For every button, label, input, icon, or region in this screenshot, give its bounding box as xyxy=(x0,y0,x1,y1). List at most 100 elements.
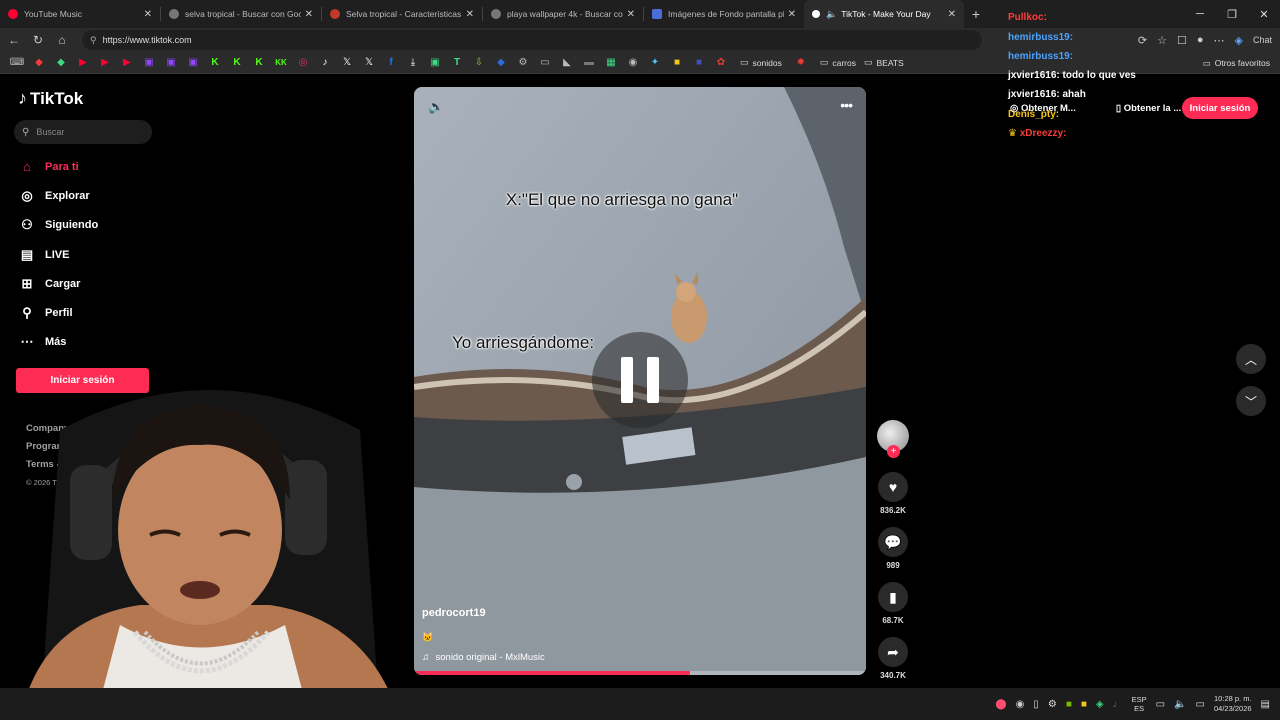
tab-youtube-music[interactable]: YouTube Music ✕ xyxy=(0,0,160,28)
nav-item-live[interactable]: ▤ LIVE xyxy=(18,240,98,269)
facebook-icon[interactable]: f xyxy=(380,57,402,68)
previous-video-button[interactable]: ︿ xyxy=(1236,344,1266,374)
x-icon[interactable]: 𝕏 xyxy=(358,57,380,68)
video-author[interactable]: pedrocort19 xyxy=(422,607,486,619)
close-icon[interactable]: ✕ xyxy=(627,9,635,20)
keyboard-icon[interactable]: ⌨ xyxy=(6,57,28,68)
kick-icon[interactable]: K xyxy=(248,57,270,68)
new-tab-button[interactable]: + xyxy=(964,6,988,22)
tiktok-logo[interactable]: ♪ TikTok xyxy=(18,88,83,109)
bookmark-icon[interactable]: ⚙ xyxy=(512,57,534,68)
bookmark-icon[interactable]: ◆ xyxy=(50,57,72,68)
url-field[interactable]: ⚲ https://www.tiktok.com xyxy=(82,30,982,50)
more-options-icon[interactable]: ••• xyxy=(840,97,853,113)
bookmark-icon[interactable]: ◆ xyxy=(490,57,512,68)
bookmark-icon[interactable]: ▦ xyxy=(600,57,622,68)
reload-icon[interactable]: ↻ xyxy=(26,33,50,47)
instagram-icon[interactable]: ◎ xyxy=(292,57,314,68)
bookmark-folder-beats[interactable]: ▭ BEATS xyxy=(864,57,904,68)
app-icon[interactable]: ■ xyxy=(1081,699,1087,710)
video-player[interactable]: 🔈 ••• X:"El que no arriesga no gana" Yo … xyxy=(414,87,866,675)
copilot-icon[interactable]: ◈ xyxy=(1235,34,1243,47)
volume-icon[interactable]: 🔈 xyxy=(1174,699,1186,710)
bookmark-icon[interactable]: ■ xyxy=(666,57,688,68)
bookmark-icon[interactable]: ▣ xyxy=(424,57,446,68)
kick-icon[interactable]: K xyxy=(204,57,226,68)
security-icon[interactable]: ◈ xyxy=(1096,699,1104,710)
download-icon[interactable]: ⇩ xyxy=(468,57,490,68)
bookmark-icon[interactable]: ◆ xyxy=(28,57,50,68)
bookmark-icon[interactable]: T xyxy=(446,57,468,68)
twitch-icon[interactable]: ▣ xyxy=(182,57,204,68)
nav-item-explorar[interactable]: ◎ Explorar xyxy=(18,181,98,210)
tab-fondo-playa[interactable]: Imágenes de Fondo pantalla playa ✕ xyxy=(644,0,804,28)
language-indicator[interactable]: ESP ES xyxy=(1132,695,1147,713)
settings-icon[interactable]: ⚙ xyxy=(1048,699,1057,710)
nvidia-icon[interactable]: ■ xyxy=(1066,699,1072,710)
restore-icon[interactable]: ❐ xyxy=(1216,8,1248,21)
menu-icon[interactable]: ⋯ xyxy=(1214,34,1225,47)
close-icon[interactable]: ✕ xyxy=(466,9,474,20)
favorites-icon[interactable]: ☆ xyxy=(1157,34,1167,47)
next-video-button[interactable]: ﹀ xyxy=(1236,386,1266,416)
discord-icon[interactable]: ◉ xyxy=(1016,699,1025,710)
bookmark-folder-sonidos[interactable]: ▭ sonidos xyxy=(740,57,782,68)
top-login-button[interactable]: Iniciar sesión xyxy=(1182,97,1258,119)
get-app-link[interactable]: ◎ Obtener M... xyxy=(1010,103,1076,114)
close-window-icon[interactable]: ✕ xyxy=(1248,8,1280,21)
notifications-icon[interactable]: ▤ xyxy=(1261,699,1270,710)
other-bookmarks[interactable]: ▭ Otros favoritos xyxy=(1203,52,1270,74)
get-desktop-link[interactable]: ▯ Obtener la ... xyxy=(1116,103,1181,114)
comment-action[interactable]: 💬 989 xyxy=(876,527,910,570)
clock[interactable]: 10:28 p. m. 04/23/2026 xyxy=(1214,694,1252,714)
usb-icon[interactable]: ▯ xyxy=(1033,699,1039,710)
bookmark-icon[interactable]: ✦ xyxy=(644,57,666,68)
music-link[interactable]: ♫ sonido original - MxlMusic xyxy=(422,652,545,663)
save-action[interactable]: ▮ 68.7K xyxy=(876,582,910,625)
x-icon[interactable]: 𝕏 xyxy=(336,57,358,68)
refresh-icon[interactable]: ⟳ xyxy=(1138,34,1147,47)
download-icon[interactable]: ⤓ xyxy=(402,57,424,68)
home-icon[interactable]: ⌂ xyxy=(50,33,74,47)
tab-selva-article[interactable]: Selva tropical - Características, clim ✕ xyxy=(322,0,482,28)
close-icon[interactable]: ✕ xyxy=(144,9,152,20)
folder-icon[interactable]: ▭ xyxy=(534,57,556,68)
kick-icon[interactable]: K xyxy=(226,57,248,68)
youtube-icon[interactable]: ▶ xyxy=(72,57,94,68)
twitch-icon[interactable]: ▣ xyxy=(138,57,160,68)
bookmark-icon[interactable]: ✸ xyxy=(790,57,812,68)
nav-item-perfil[interactable]: ⚲ Perfil xyxy=(18,298,98,327)
youtube-icon[interactable]: ▶ xyxy=(116,57,138,68)
back-icon[interactable]: ← xyxy=(2,33,26,47)
nav-item-siguiendo[interactable]: ⚇ Siguiendo xyxy=(18,211,98,240)
bookmark-folder-carros[interactable]: ▭ carros xyxy=(820,57,856,68)
close-icon[interactable]: ✕ xyxy=(948,9,956,20)
mic-icon[interactable]: ♩ xyxy=(1113,699,1123,710)
chat-label[interactable]: Chat xyxy=(1253,35,1272,45)
twitch-icon[interactable]: ▣ xyxy=(160,57,182,68)
author-avatar[interactable]: + xyxy=(877,420,909,458)
network-icon[interactable]: ▭ xyxy=(1156,699,1165,710)
bookmark-icon[interactable]: ◣ xyxy=(556,57,578,68)
nav-item-mas[interactable]: ⋯ Más xyxy=(18,328,98,357)
tiktok-icon[interactable]: ♪ xyxy=(314,57,336,68)
search-input[interactable]: ⚲ Buscar xyxy=(14,120,152,144)
battery-icon[interactable]: ▭ xyxy=(1196,699,1205,710)
bookmark-icon[interactable]: ▬ xyxy=(578,57,600,68)
youtube-icon[interactable]: ▶ xyxy=(94,57,116,68)
close-icon[interactable]: ✕ xyxy=(305,9,313,20)
nav-item-cargar[interactable]: ⊞ Cargar xyxy=(18,269,98,298)
bookmark-icon[interactable]: ■ xyxy=(688,57,710,68)
volume-icon[interactable]: 🔈 xyxy=(428,99,444,115)
like-action[interactable]: ♥ 836.2K xyxy=(876,472,910,515)
collections-icon[interactable]: ☐ xyxy=(1177,34,1187,47)
video-progress-bar[interactable] xyxy=(414,671,866,675)
nav-item-para-ti[interactable]: ⌂ Para ti xyxy=(18,152,98,181)
follow-plus-icon[interactable]: + xyxy=(887,445,900,458)
kick-icon[interactable]: KK xyxy=(270,58,292,67)
location-icon[interactable]: ⬤ xyxy=(995,699,1006,710)
minimize-icon[interactable]: ─ xyxy=(1184,8,1216,20)
profile-avatar-icon[interactable]: ● xyxy=(1197,34,1204,46)
bookmark-icon[interactable]: ◉ xyxy=(622,57,644,68)
site-info-icon[interactable]: ⚲ xyxy=(90,35,97,46)
